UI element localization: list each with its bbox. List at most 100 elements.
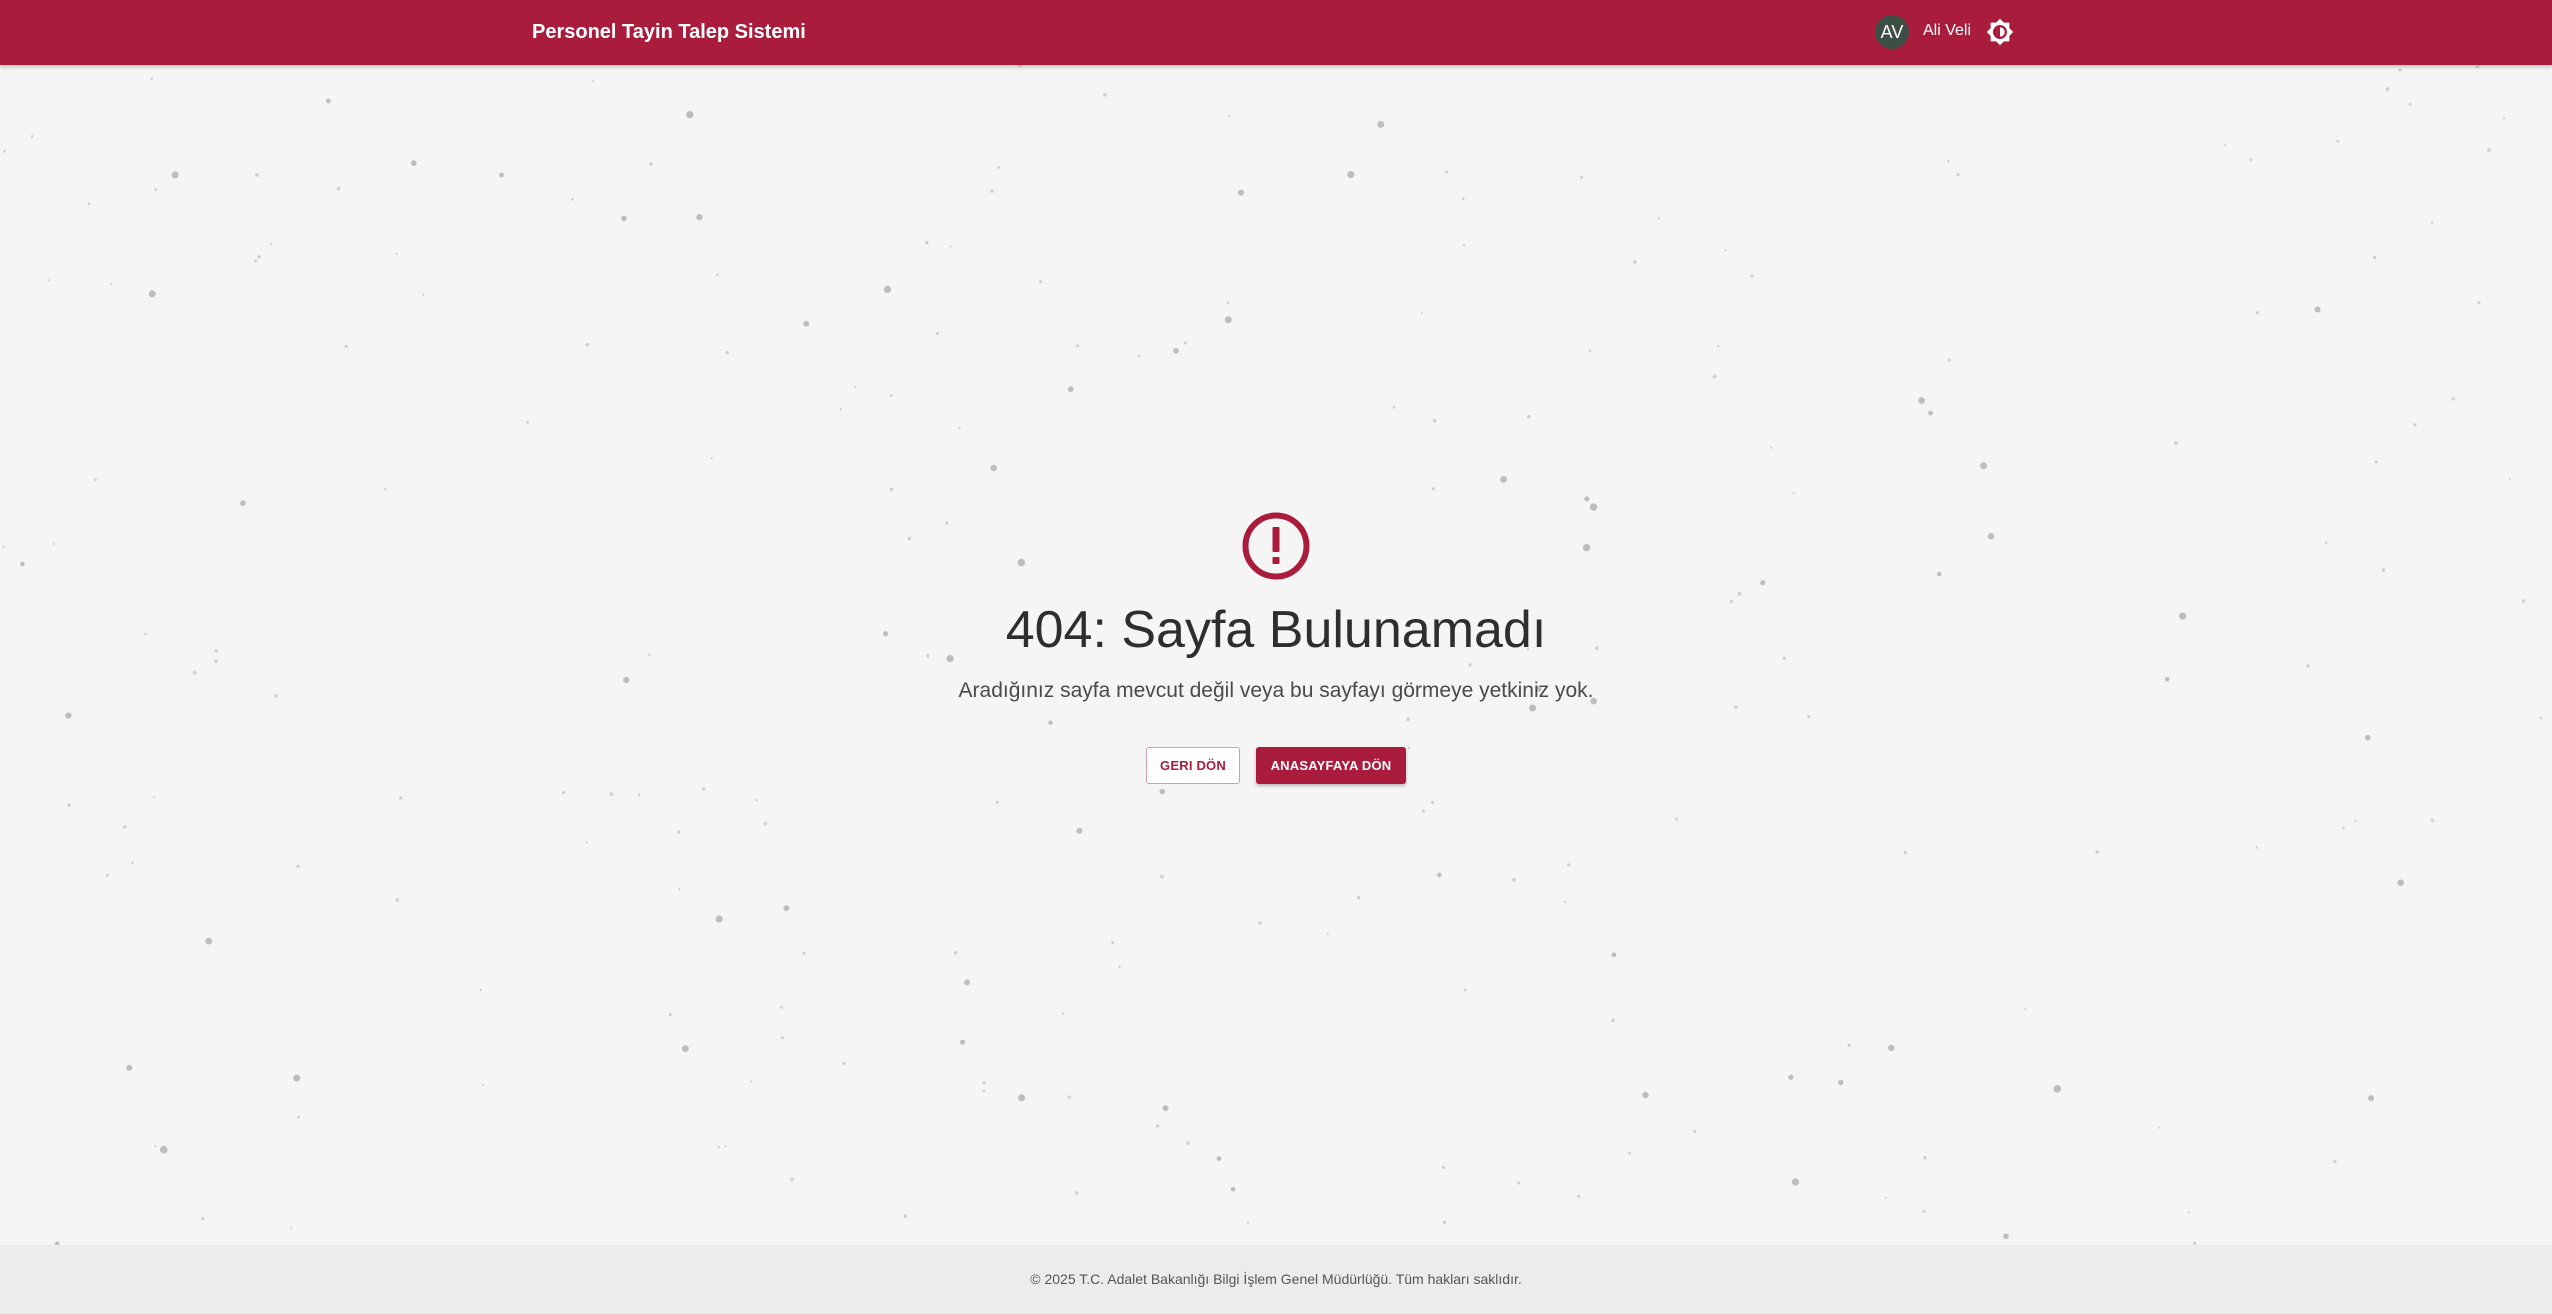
background-particle <box>949 245 952 248</box>
background-particle <box>780 1036 784 1040</box>
background-particle <box>1692 1129 1697 1133</box>
background-particle <box>1407 746 1411 750</box>
avatar[interactable]: AV <box>1875 15 1909 49</box>
background-particle <box>783 905 790 912</box>
background-particle <box>93 478 97 482</box>
background-particle <box>296 1115 300 1119</box>
app-title: Personel Tayin Talep Sistemi <box>532 21 806 43</box>
background-particle <box>2024 1007 2027 1010</box>
background-particle <box>1918 397 1925 404</box>
background-particle <box>1956 173 1960 177</box>
background-particle <box>990 189 994 193</box>
background-particle <box>1018 1094 1026 1102</box>
background-particle <box>2397 879 2404 886</box>
background-particle <box>110 283 113 286</box>
background-particle <box>1750 274 1754 278</box>
background-particle <box>1792 492 1795 495</box>
background-particle <box>2475 65 2479 69</box>
background-particle <box>65 712 72 719</box>
background-particle <box>1432 418 1437 423</box>
background-particle <box>293 1074 301 1082</box>
background-particle <box>270 242 273 245</box>
background-particle <box>1258 921 1262 925</box>
background-particle <box>686 111 694 119</box>
background-particle <box>1563 901 1567 904</box>
background-particle <box>2333 1160 2337 1164</box>
background-particle <box>1216 1156 1222 1161</box>
background-particle <box>422 293 425 296</box>
background-particle <box>1421 809 1426 813</box>
background-particle <box>1377 120 1385 128</box>
background-particle <box>3 149 6 153</box>
background-particle <box>677 830 681 834</box>
background-particle <box>1431 800 1435 805</box>
background-particle <box>481 1083 485 1086</box>
background-particle <box>20 561 25 567</box>
background-particle <box>585 342 590 347</box>
background-particle <box>755 799 758 802</box>
background-particle <box>609 792 614 797</box>
background-particle <box>883 285 892 293</box>
background-particle <box>2095 850 2100 854</box>
back-button[interactable]: GERI DÖN <box>1146 747 1240 784</box>
background-particle <box>958 426 961 429</box>
background-particle <box>570 197 574 201</box>
background-particle <box>1048 720 1053 725</box>
background-particle <box>839 408 842 411</box>
background-particle <box>255 173 259 177</box>
background-particle <box>205 937 213 945</box>
background-particle <box>1137 354 1141 358</box>
background-particle <box>1527 414 1531 419</box>
background-particle <box>750 1080 753 1083</box>
background-particle <box>1162 1105 1169 1112</box>
background-particle <box>2314 306 2321 313</box>
background-particle <box>903 1214 908 1219</box>
user-name[interactable]: Ali Veli <box>1923 0 1971 62</box>
brightness-icon[interactable] <box>1986 18 2014 46</box>
background-particle <box>997 166 1000 169</box>
background-particle <box>2539 716 2543 720</box>
background-particle <box>802 952 806 955</box>
background-particle <box>131 861 134 864</box>
background-particle <box>1903 850 1908 855</box>
background-particle <box>945 521 949 525</box>
background-particle <box>907 536 912 541</box>
background-particle <box>1406 717 1410 722</box>
background-particle <box>1947 159 1950 163</box>
background-particle <box>254 259 258 263</box>
background-particle <box>1712 374 1717 379</box>
background-particle <box>716 273 719 277</box>
background-particle <box>1791 1178 1800 1186</box>
background-particle <box>2342 826 2345 830</box>
background-particle <box>649 162 653 166</box>
background-particle <box>1356 895 1361 900</box>
background-particle <box>1980 462 1988 470</box>
background-particle <box>2325 541 2328 545</box>
background-particle <box>1463 988 1467 992</box>
background-particle <box>1760 580 1766 586</box>
background-particle <box>526 420 530 424</box>
background-particle <box>1642 1091 1649 1099</box>
background-particle <box>336 186 341 191</box>
background-particle <box>1611 1018 1615 1023</box>
background-particle <box>1463 244 1466 247</box>
background-particle <box>1067 386 1074 393</box>
home-button[interactable]: ANASAYFAYA DÖN <box>1256 747 1406 784</box>
background-particle <box>52 542 55 545</box>
background-particle <box>1067 1095 1071 1099</box>
background-particle <box>2487 148 2491 152</box>
background-particle <box>1160 874 1164 879</box>
background-particle <box>240 500 246 507</box>
background-particle <box>889 394 893 397</box>
background-particle <box>696 214 703 221</box>
background-particle <box>1885 1196 1887 1199</box>
background-particle <box>2508 477 2511 480</box>
background-particle <box>2053 1085 2062 1093</box>
background-particle <box>2398 68 2402 72</box>
footer-copyright: © 2025 T.C. Adalet Bakanlığı Bilgi İşlem… <box>1030 1271 1522 1287</box>
background-particle <box>717 1146 720 1149</box>
background-particle <box>889 487 894 492</box>
background-particle <box>257 255 261 259</box>
background-particle <box>562 790 566 795</box>
background-particle <box>621 215 627 222</box>
